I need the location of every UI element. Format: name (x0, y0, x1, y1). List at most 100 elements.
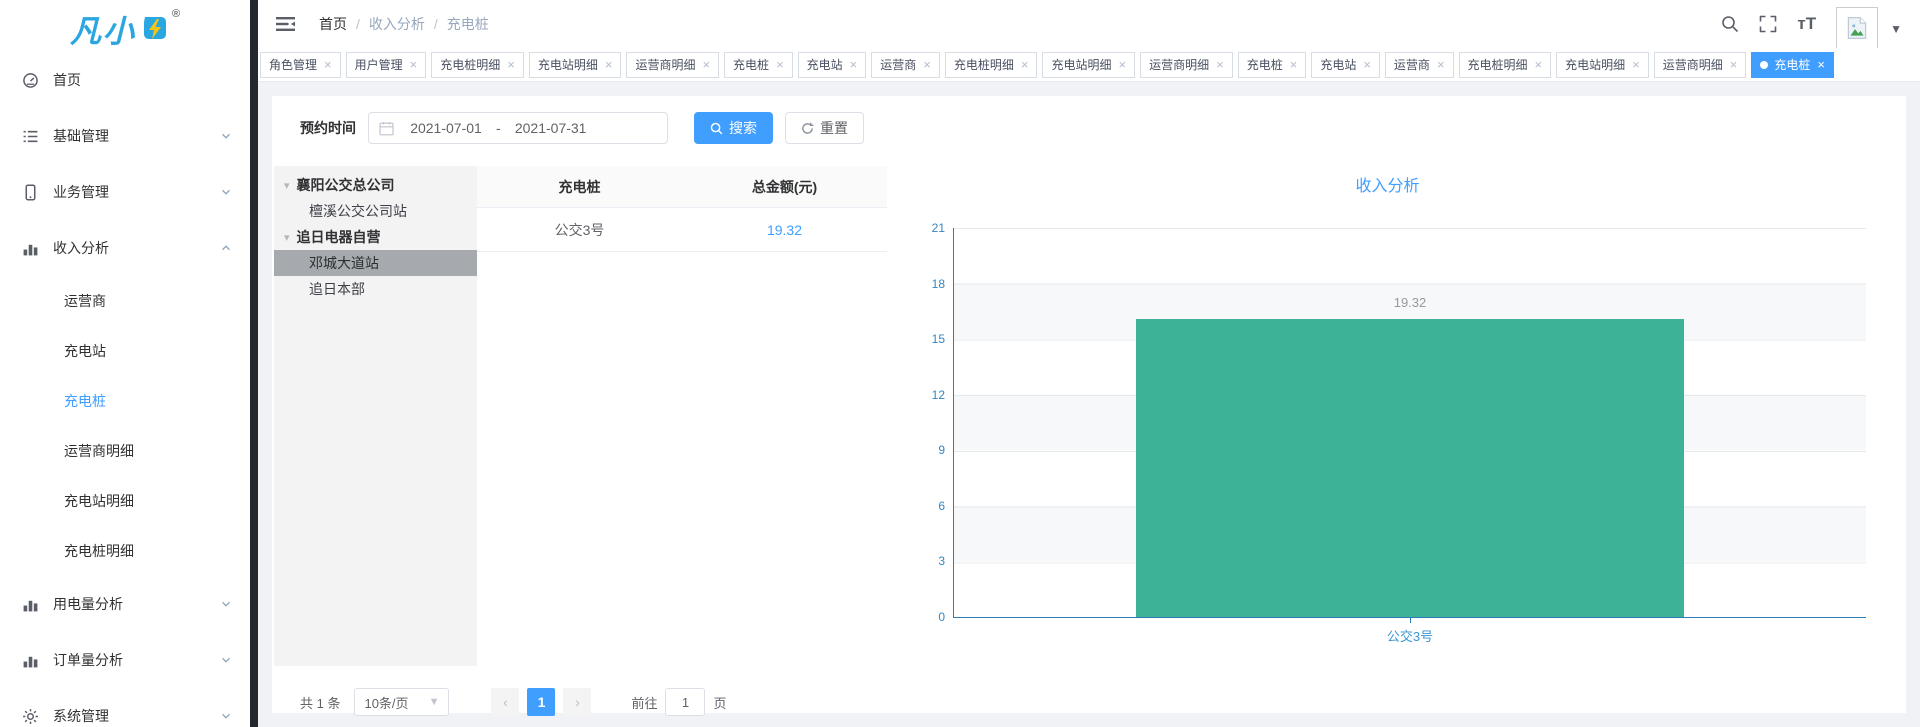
view-tab[interactable]: 充电桩 × (1238, 52, 1307, 78)
search-icon[interactable] (1721, 15, 1739, 33)
amount-cell[interactable]: 19.32 (682, 222, 887, 238)
fullscreen-icon[interactable] (1759, 15, 1777, 33)
broken-image-icon (1844, 15, 1870, 41)
close-icon[interactable]: × (1216, 58, 1224, 71)
view-tab[interactable]: 充电站明细 × (1556, 52, 1649, 78)
font-size-icon[interactable]: тT (1797, 14, 1816, 34)
breadcrumb-income-analysis[interactable]: 收入分析 (369, 14, 425, 34)
close-icon[interactable]: × (702, 58, 710, 71)
view-tab[interactable]: 充电桩明细 × (945, 52, 1038, 78)
view-tab[interactable]: 充电桩明细 × (431, 52, 524, 78)
sidebar-subitem[interactable]: 充电桩 (0, 376, 250, 426)
chevron-down-icon (220, 186, 232, 198)
view-tab[interactable]: 充电站 × (1311, 52, 1380, 78)
tree-node-parent[interactable]: ▾ 襄阳公交总公司 (274, 172, 477, 198)
close-icon[interactable]: × (1730, 58, 1738, 71)
tree-node-child[interactable]: 檀溪公交公司站 (274, 198, 477, 224)
view-tab[interactable]: 运营商明细 × (626, 52, 719, 78)
x-axis-tick (1410, 618, 1411, 623)
close-icon[interactable]: × (1119, 58, 1127, 71)
close-icon[interactable]: × (776, 58, 784, 71)
user-menu-caret-icon[interactable]: ▼ (1890, 22, 1902, 36)
view-tab[interactable]: 运营商明细 × (1654, 52, 1747, 78)
close-icon[interactable]: × (1535, 58, 1543, 71)
calendar-icon (379, 121, 394, 136)
app-window: 凡小 ® 首页 基础管理 业务管理 收入分析 运营商充电站充电桩运营商明细充电站… (0, 0, 1920, 727)
station-tree: ▾ 襄阳公交总公司 檀溪公交公司站 ▾ 追日电器自营 邓城大道站追日本部 (274, 166, 477, 666)
sidebar-subitem[interactable]: 充电站明细 (0, 476, 250, 526)
reset-button[interactable]: 重置 (785, 112, 864, 144)
tree-expand-icon[interactable]: ▾ (284, 231, 290, 244)
chevron-down-icon (220, 598, 232, 610)
close-icon[interactable]: × (605, 58, 613, 71)
y-axis-tick-label: 12 (932, 389, 945, 401)
sidebar-menu: 首页 基础管理 业务管理 收入分析 运营商充电站充电桩运营商明细充电站明细充电桩… (0, 52, 250, 727)
view-tab[interactable]: 充电站明细 × (1042, 52, 1135, 78)
tree-node-parent[interactable]: ▾ 追日电器自营 (274, 224, 477, 250)
table-header: 充电桩 总金额(元) (477, 166, 887, 208)
tag-view-bar: 角色管理 × 用户管理 × 充电桩明细 × 充电站明细 × 运营商明细 × 充电… (258, 48, 1920, 82)
end-date-input[interactable] (505, 120, 597, 136)
view-tab[interactable]: 运营商 × (1385, 52, 1454, 78)
close-icon[interactable]: × (1817, 58, 1825, 71)
goto-page-input[interactable] (665, 688, 705, 716)
close-icon[interactable]: × (1363, 58, 1371, 71)
view-tab[interactable]: 充电桩明细 × (1459, 52, 1552, 78)
x-axis-label: 公交3号 (1387, 626, 1433, 645)
main-area: 首页 / 收入分析 / 充电桩 тT ▼ 角色管 (258, 0, 1920, 727)
sidebar-item[interactable]: 基础管理 (0, 108, 250, 164)
date-range-picker[interactable]: - (368, 112, 668, 144)
view-tab[interactable]: 充电站明细 × (529, 52, 622, 78)
sidebar-item[interactable]: 业务管理 (0, 164, 250, 220)
gear-icon (22, 708, 39, 725)
avatar[interactable] (1836, 7, 1878, 49)
search-button[interactable]: 搜索 (694, 112, 773, 144)
total-count: 共 1 条 (300, 693, 340, 712)
page-size-select[interactable]: 10条/页 ▼ (354, 688, 449, 716)
date-separator: - (496, 120, 501, 136)
view-tab[interactable]: 充电站 × (798, 52, 867, 78)
sidebar-subitem[interactable]: 运营商明细 (0, 426, 250, 476)
tree-node-child[interactable]: 邓城大道站 (274, 250, 477, 276)
sidebar-item[interactable]: 订单量分析 (0, 632, 250, 688)
close-icon[interactable]: × (923, 58, 931, 71)
sidebar-subitem[interactable]: 充电桩明细 (0, 526, 250, 576)
top-navbar: 首页 / 收入分析 / 充电桩 тT ▼ (258, 0, 1920, 48)
view-tab[interactable]: 运营商 × (871, 52, 940, 78)
tree-expand-icon[interactable]: ▾ (284, 179, 290, 192)
sidebar: 凡小 ® 首页 基础管理 业务管理 收入分析 运营商充电站充电桩运营商明细充电站… (0, 0, 250, 727)
close-icon[interactable]: × (324, 58, 332, 71)
view-tab[interactable]: 用户管理 × (346, 52, 427, 78)
close-icon[interactable]: × (1437, 58, 1445, 71)
sidebar-scrollbar[interactable] (250, 0, 258, 727)
dashboard-icon (22, 72, 39, 89)
close-icon[interactable]: × (507, 58, 515, 71)
prev-page-button[interactable]: ‹ (491, 688, 519, 716)
sidebar-item[interactable]: 首页 (0, 52, 250, 108)
sidebar-subitem[interactable]: 运营商 (0, 276, 250, 326)
next-page-button[interactable]: › (563, 688, 591, 716)
close-icon[interactable]: × (1632, 58, 1640, 71)
close-icon[interactable]: × (850, 58, 858, 71)
close-icon[interactable]: × (1290, 58, 1298, 71)
view-tab[interactable]: 角色管理 × (260, 52, 341, 78)
start-date-input[interactable] (400, 120, 492, 136)
view-tab[interactable]: 运营商明细 × (1140, 52, 1233, 78)
pile-name-cell: 公交3号 (477, 220, 682, 240)
column-header-amount: 总金额(元) (682, 177, 887, 197)
view-tab[interactable]: 充电桩 × (724, 52, 793, 78)
chart-bar[interactable] (1136, 319, 1683, 617)
sidebar-subitem[interactable]: 充电站 (0, 326, 250, 376)
close-icon[interactable]: × (410, 58, 418, 71)
sidebar-item[interactable]: 系统管理 (0, 688, 250, 727)
sidebar-item[interactable]: 收入分析 (0, 220, 250, 276)
view-tab[interactable]: 充电桩 × (1751, 52, 1834, 78)
breadcrumb-home[interactable]: 首页 (319, 14, 347, 34)
sidebar-toggle-icon[interactable] (276, 16, 295, 32)
close-icon[interactable]: × (1021, 58, 1029, 71)
breadcrumb-current: 充电桩 (447, 14, 489, 34)
sidebar-item[interactable]: 用电量分析 (0, 576, 250, 632)
tree-node-child[interactable]: 追日本部 (274, 276, 477, 302)
current-page-button[interactable]: 1 (527, 688, 555, 716)
lightning-icon (139, 13, 169, 43)
